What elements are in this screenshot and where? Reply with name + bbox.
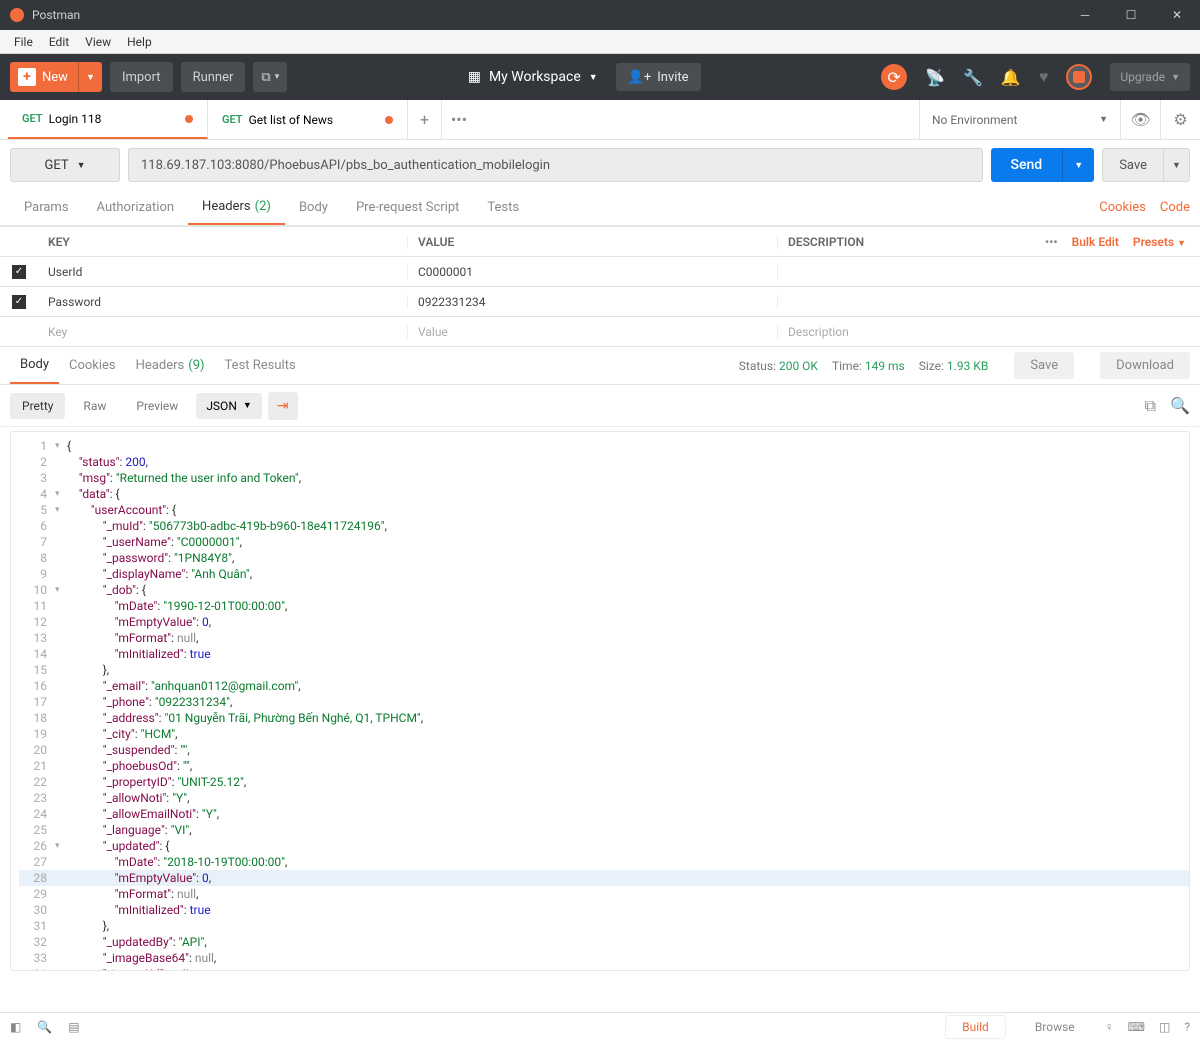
resp-tab-testresults[interactable]: Test Results	[215, 347, 306, 384]
capture-icon[interactable]: 📡	[925, 68, 945, 87]
layout-icon[interactable]: ◫	[1159, 1020, 1170, 1034]
save-button[interactable]: Save ▼	[1102, 148, 1190, 182]
shortcuts-icon[interactable]: ⌨	[1128, 1020, 1145, 1034]
resp-tab-headers[interactable]: Headers (9)	[126, 347, 215, 384]
maximize-button[interactable]: ☐	[1108, 0, 1154, 30]
tab-prerequest[interactable]: Pre-request Script	[342, 190, 473, 225]
save-dropdown-icon[interactable]: ▼	[1163, 149, 1189, 181]
header-col-value: VALUE	[408, 235, 778, 249]
header-row-new[interactable]: Key Value Description	[0, 316, 1200, 346]
invite-button[interactable]: 👤+ Invite	[616, 63, 701, 91]
workspace-grid-icon: ▦	[468, 69, 481, 85]
resp-tab-cookies[interactable]: Cookies	[59, 347, 126, 384]
bell-icon[interactable]: 🔔	[1001, 68, 1021, 87]
tab-body[interactable]: Body	[285, 190, 342, 225]
header-more-icon[interactable]: •••	[1045, 235, 1058, 249]
upgrade-button[interactable]: Upgrade ▼	[1110, 63, 1190, 91]
env-quicklook-icon[interactable]: 👁	[1120, 100, 1160, 139]
menubar: File Edit View Help	[0, 30, 1200, 54]
save-response-button[interactable]: Save	[1014, 352, 1074, 379]
request-tab-login[interactable]: GET Login 118	[8, 100, 208, 139]
checkbox-icon[interactable]: ✓	[12, 295, 26, 309]
status-value: 200 OK	[779, 359, 818, 373]
find-icon[interactable]: 🔍	[37, 1020, 52, 1034]
minimize-button[interactable]: ─	[1062, 0, 1108, 30]
console-icon[interactable]: ▤	[68, 1020, 79, 1034]
mode-browse[interactable]: Browse	[1019, 1016, 1091, 1038]
window-title: Postman	[32, 8, 80, 22]
unsaved-indicator-icon	[385, 116, 393, 124]
tab-params[interactable]: Params	[10, 190, 83, 225]
menu-view[interactable]: View	[77, 35, 119, 49]
workspace-selector[interactable]: ▦ My Workspace ▼	[468, 69, 598, 85]
menu-edit[interactable]: Edit	[41, 35, 77, 49]
new-dropdown-icon[interactable]: ▼	[78, 62, 102, 92]
resp-tab-body[interactable]: Body	[10, 347, 59, 384]
close-button[interactable]: ✕	[1154, 0, 1200, 30]
presets-link[interactable]: Presets ▼	[1133, 235, 1186, 249]
new-button[interactable]: + New ▼	[10, 62, 102, 92]
unsaved-indicator-icon	[185, 115, 193, 123]
heart-icon[interactable]: ♥	[1039, 67, 1049, 87]
bootcamp-icon[interactable]: ♀	[1105, 1020, 1114, 1034]
checkbox-icon[interactable]: ✓	[12, 265, 26, 279]
sidebar-toggle-icon[interactable]: ◧	[10, 1020, 21, 1034]
tab-tests[interactable]: Tests	[473, 190, 533, 225]
new-window-icon[interactable]: ⧉ ▾	[253, 62, 287, 92]
response-body-editor[interactable]: 1▾{2 "status": 200,3 "msg": "Returned th…	[10, 431, 1190, 971]
copy-icon[interactable]: ⧉	[1145, 396, 1156, 416]
help-icon[interactable]: ?	[1184, 1020, 1190, 1034]
runner-button[interactable]: Runner	[181, 62, 246, 92]
send-dropdown-icon[interactable]: ▼	[1062, 148, 1094, 182]
app-logo-icon	[10, 8, 24, 22]
cookies-link[interactable]: Cookies	[1099, 200, 1146, 215]
time-value: 149 ms	[865, 359, 905, 373]
header-col-desc: DESCRIPTION	[778, 235, 1000, 249]
user-avatar[interactable]	[1066, 64, 1092, 90]
invite-user-icon: 👤+	[628, 70, 652, 85]
menu-help[interactable]: Help	[119, 35, 160, 49]
header-row[interactable]: ✓ UserId C0000001	[0, 256, 1200, 286]
wrench-icon[interactable]: 🔧	[963, 68, 983, 87]
view-preview[interactable]: Preview	[124, 393, 190, 419]
tab-authorization[interactable]: Authorization	[83, 190, 189, 225]
tab-headers[interactable]: Headers (2)	[188, 190, 285, 225]
format-selector[interactable]: JSON▼	[196, 393, 261, 419]
tab-menu-button[interactable]: •••	[442, 100, 476, 139]
bulk-edit-link[interactable]: Bulk Edit	[1072, 235, 1119, 249]
code-link[interactable]: Code	[1160, 200, 1190, 215]
wrap-lines-icon[interactable]: ⇥	[268, 392, 298, 420]
menu-file[interactable]: File	[6, 35, 41, 49]
sync-icon[interactable]: ⟳	[881, 64, 907, 90]
download-response-button[interactable]: Download	[1100, 352, 1190, 379]
add-tab-button[interactable]: +	[408, 100, 442, 139]
view-pretty[interactable]: Pretty	[10, 393, 65, 419]
import-button[interactable]: Import	[110, 62, 173, 92]
view-raw[interactable]: Raw	[71, 393, 118, 419]
url-input[interactable]	[128, 148, 983, 182]
search-icon[interactable]: 🔍	[1170, 396, 1190, 416]
header-row[interactable]: ✓ Password 0922331234	[0, 286, 1200, 316]
header-col-key: KEY	[38, 235, 408, 249]
new-plus-icon: +	[18, 68, 36, 86]
env-settings-icon[interactable]: ⚙	[1160, 100, 1200, 139]
environment-selector[interactable]: No Environment ▼	[920, 100, 1120, 139]
request-tab-news[interactable]: GET Get list of News	[208, 100, 408, 139]
size-value: 1.93 KB	[947, 359, 988, 373]
mode-build[interactable]: Build	[946, 1016, 1005, 1038]
send-button[interactable]: Send ▼	[991, 148, 1095, 182]
method-selector[interactable]: GET ▼	[10, 148, 120, 182]
